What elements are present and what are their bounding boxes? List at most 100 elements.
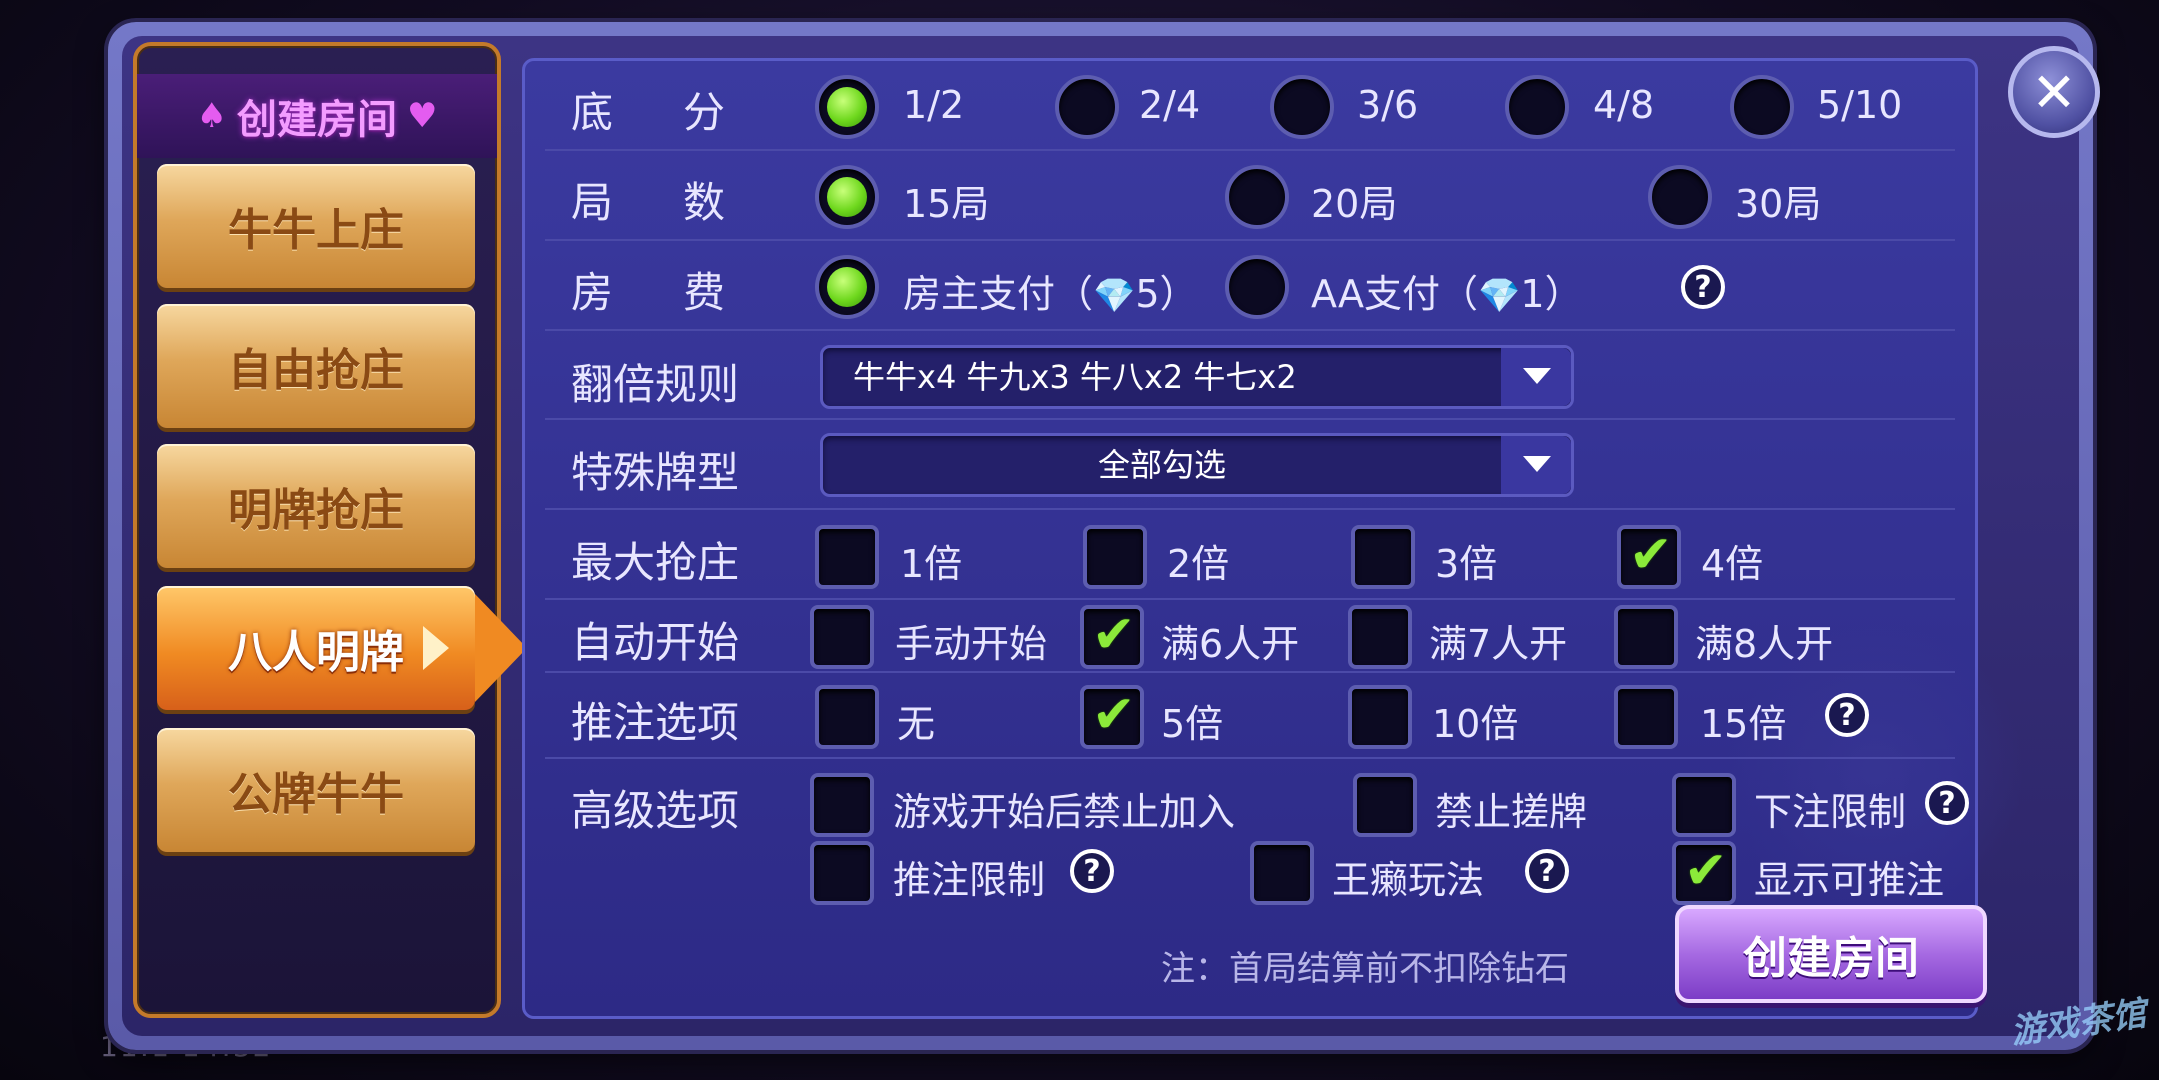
rounds-option-label: 20局	[1311, 182, 1398, 226]
checkbox-grab-2x[interactable]	[1083, 525, 1147, 589]
divider	[545, 418, 1955, 420]
active-arrow-icon	[475, 594, 527, 702]
max-grab-label: 最大抢庄	[571, 538, 740, 587]
radio-base-2[interactable]	[1055, 75, 1119, 139]
radio-selected-dot	[827, 87, 867, 127]
auto-start-option-label: 满6人开	[1161, 622, 1300, 666]
checkbox-grab-4x[interactable]: ✔	[1617, 525, 1681, 589]
checkbox-joker-wild[interactable]	[1250, 841, 1314, 905]
tab-eight-player-open[interactable]: 八人明牌	[157, 586, 527, 710]
bet-limit-help-icon[interactable]: ?	[1925, 781, 1969, 825]
radio-rounds-30[interactable]	[1648, 165, 1712, 229]
base-option-label: 4/8	[1593, 83, 1655, 127]
checkbox-no-join-after-start[interactable]	[810, 773, 874, 837]
auto-start-option-label: 满7人开	[1429, 622, 1568, 666]
dropdown-caret-box	[1501, 436, 1571, 494]
push-option-label: 10倍	[1432, 702, 1519, 746]
special-card-label: 特殊牌型	[571, 448, 740, 497]
tab-niuniu-banker[interactable]: 牛牛上庄	[157, 164, 475, 288]
rounds-label: 局数	[571, 178, 796, 227]
checkbox-push-10x[interactable]	[1348, 685, 1412, 749]
spade-icon: ♠	[196, 96, 227, 136]
checkbox-no-card-rub[interactable]	[1353, 773, 1417, 837]
tab-free-grab[interactable]: 自由抢庄	[157, 304, 475, 428]
joker-wild-help-icon[interactable]: ?	[1525, 849, 1569, 893]
radio-fee-aa[interactable]	[1225, 255, 1289, 319]
divider	[545, 508, 1955, 510]
special-card-dropdown[interactable]: 全部勾选	[820, 433, 1574, 497]
chevron-down-icon	[1523, 456, 1551, 472]
advanced-option-label: 禁止搓牌	[1435, 790, 1588, 834]
base-option-label: 1/2	[903, 83, 965, 127]
radio-selected-dot	[827, 267, 867, 307]
multiplier-rule-dropdown[interactable]: 牛牛x4 牛九x3 牛八x2 牛七x2	[820, 345, 1574, 409]
grab-option-label: 3倍	[1435, 542, 1498, 586]
advanced-label: 高级选项	[571, 786, 740, 835]
checkbox-start-6[interactable]: ✔	[1080, 605, 1144, 669]
diamond-icon: 💎	[1093, 276, 1136, 316]
checkbox-grab-3x[interactable]	[1351, 525, 1415, 589]
fee-help-icon[interactable]: ?	[1681, 265, 1725, 309]
tab-label: 八人明牌	[228, 627, 404, 678]
grab-option-label: 1倍	[900, 542, 963, 586]
base-option-label: 5/10	[1817, 83, 1903, 127]
auto-start-label: 自动开始	[571, 618, 740, 667]
play-triangle-icon	[423, 626, 449, 670]
advanced-option-label: 推注限制	[893, 858, 1046, 902]
advanced-option-label: 显示可推注	[1754, 858, 1945, 902]
radio-rounds-15[interactable]	[815, 165, 879, 229]
auto-start-option-label: 手动开始	[895, 622, 1048, 666]
fee-aa-text: AA支付（	[1311, 272, 1479, 316]
heart-icon: ♥	[407, 96, 438, 136]
fee-aa-label: AA支付（💎1）	[1311, 263, 1583, 318]
push-option-label: 15倍	[1700, 702, 1787, 746]
checkmark-icon: ✔	[1684, 841, 1728, 901]
radio-base-1[interactable]	[815, 75, 879, 139]
room-fee-label: 房费	[571, 268, 796, 317]
checkbox-bet-limit[interactable]	[1672, 773, 1736, 837]
checkbox-start-7[interactable]	[1348, 605, 1412, 669]
checkbox-push-none[interactable]	[815, 685, 879, 749]
checkbox-show-pushable[interactable]: ✔	[1672, 841, 1736, 905]
tab-public-card-niuniu[interactable]: 公牌牛牛	[157, 728, 475, 852]
multiplier-rule-label: 翻倍规则	[571, 360, 740, 409]
checkbox-push-limit[interactable]	[810, 841, 874, 905]
create-room-button[interactable]: 创建房间	[1675, 905, 1987, 1003]
radio-fee-owner[interactable]	[815, 255, 879, 319]
base-score-label: 底分	[571, 88, 796, 137]
divider	[545, 757, 1955, 759]
tab-open-card-grab[interactable]: 明牌抢庄	[157, 444, 475, 568]
checkmark-icon: ✔	[1092, 605, 1136, 665]
diamond-deduction-note: 注：首局结算前不扣除钻石	[1161, 949, 1569, 989]
auto-start-option-label: 满8人开	[1695, 622, 1834, 666]
divider	[545, 239, 1955, 241]
dropdown-caret-box	[1501, 348, 1571, 406]
radio-rounds-20[interactable]	[1225, 165, 1289, 229]
radio-base-5[interactable]	[1730, 75, 1794, 139]
push-limit-help-icon[interactable]: ?	[1070, 849, 1114, 893]
checkbox-manual-start[interactable]	[810, 605, 874, 669]
special-card-value: 全部勾选	[1097, 446, 1226, 484]
radio-base-4[interactable]	[1505, 75, 1569, 139]
checkbox-push-5x[interactable]: ✔	[1080, 685, 1144, 749]
close-icon[interactable]: ✕	[2008, 46, 2100, 138]
checkmark-icon: ✔	[1092, 685, 1136, 745]
fee-aa-count: 1	[1520, 272, 1545, 316]
checkbox-grab-1x[interactable]	[815, 525, 879, 589]
chevron-down-icon	[1523, 368, 1551, 384]
diamond-icon: 💎	[1478, 276, 1521, 316]
base-option-label: 2/4	[1139, 83, 1201, 127]
radio-base-3[interactable]	[1270, 75, 1334, 139]
rounds-option-label: 15局	[903, 182, 990, 226]
push-bet-help-icon[interactable]: ?	[1825, 693, 1869, 737]
checkbox-push-15x[interactable]	[1614, 685, 1678, 749]
divider	[545, 149, 1955, 151]
sidebar-title-text: 创建房间	[237, 97, 397, 143]
multiplier-rule-value: 牛牛x4 牛九x3 牛八x2 牛七x2	[853, 358, 1297, 396]
fee-owner-label: 房主支付（💎5）	[903, 263, 1198, 318]
grab-option-label: 4倍	[1701, 542, 1764, 586]
push-bet-label: 推注选项	[571, 698, 740, 747]
radio-selected-dot	[827, 177, 867, 217]
checkbox-start-8[interactable]	[1614, 605, 1678, 669]
fee-owner-count: 5	[1135, 272, 1160, 316]
